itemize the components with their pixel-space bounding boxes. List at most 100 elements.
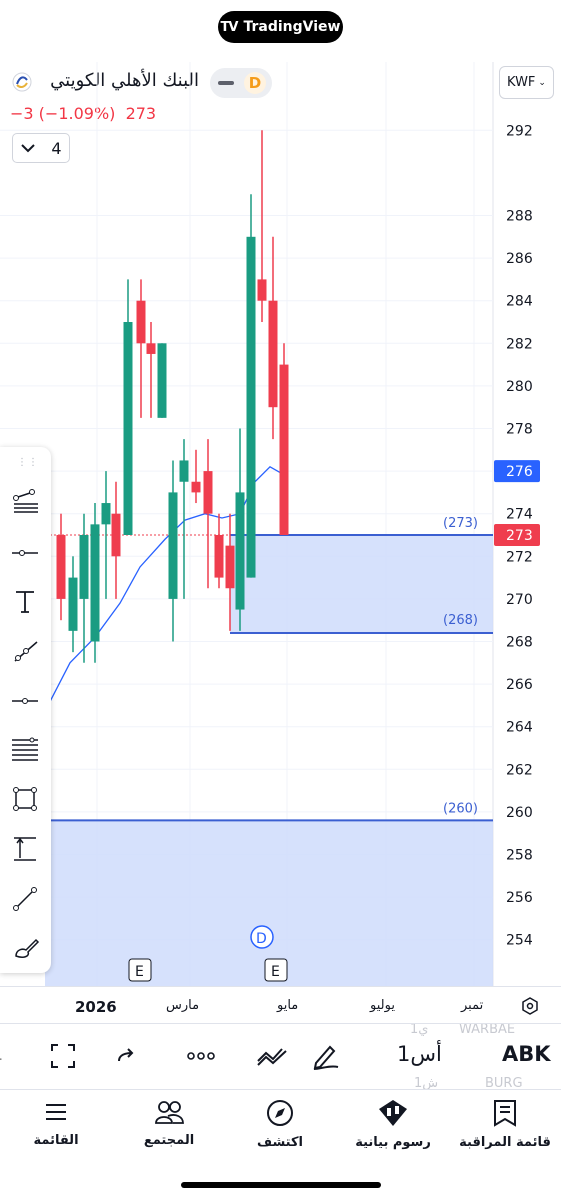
- nav-watchlist-label: قائمة المراقبة: [459, 1135, 551, 1150]
- nav-explore-label: اكتشف: [256, 1135, 304, 1150]
- price-tick-label: 260: [506, 805, 533, 821]
- horizontal-ray-icon: [12, 698, 38, 704]
- horizontal-line-icon: [12, 550, 38, 556]
- nav-community[interactable]: المجتمع: [119, 1099, 219, 1148]
- price-tick-label: 284: [506, 294, 533, 310]
- line-tool[interactable]: [7, 881, 43, 917]
- horizontal-line-tool[interactable]: [7, 535, 43, 571]
- people-icon: [155, 1101, 184, 1124]
- price-tick-label: 262: [506, 762, 533, 778]
- price-tick-label: 256: [506, 890, 533, 906]
- faint-symbol: WARBAE: [459, 1024, 516, 1037]
- candle-body: [246, 236, 256, 578]
- candle-body: [168, 492, 178, 599]
- price-tick-label: 268: [506, 635, 533, 651]
- candle-body: [146, 343, 156, 354]
- symbol-button[interactable]: ABK: [502, 1042, 551, 1066]
- nav-menu[interactable]: القائمة: [6, 1099, 106, 1148]
- redo-button[interactable]: [111, 1041, 141, 1071]
- candle-body: [111, 513, 121, 557]
- trend-line-tool[interactable]: [7, 483, 43, 519]
- tradingview-logo-icon: 𝗧𝗩: [220, 19, 239, 35]
- candle-body: [136, 300, 146, 344]
- chart-toolbar: WARBAE BURG 1ي 1ش ـ 1أس ABK: [0, 1024, 561, 1090]
- price-tick-label: 274: [506, 507, 533, 523]
- drawing-toolbar: ⋮⋮: [0, 447, 51, 973]
- ma-price-label: 276: [506, 464, 533, 480]
- menu-icon: [46, 1104, 66, 1120]
- drawing-button[interactable]: [310, 1041, 340, 1071]
- earnings-marker-label: E: [135, 964, 144, 980]
- horizontal-ray-tool[interactable]: [7, 683, 43, 719]
- candle-body: [257, 279, 267, 301]
- faint-symbol: BURG: [485, 1076, 523, 1090]
- candle-body: [123, 322, 133, 535]
- brush-icon: [15, 938, 40, 958]
- watchlist-icon: [494, 1100, 516, 1127]
- fib-retracement-tool[interactable]: [7, 731, 43, 767]
- time-label-may: مايو: [277, 998, 299, 1013]
- price-range-tool[interactable]: [7, 831, 43, 867]
- time-label-year: 2026: [75, 998, 117, 1016]
- price-tick-label: 292: [506, 123, 533, 139]
- price-tick-label: 280: [506, 379, 533, 395]
- ray-tool[interactable]: [7, 633, 43, 669]
- text-icon: [16, 591, 34, 613]
- zone-label: (268): [443, 613, 478, 628]
- text-tool[interactable]: [7, 583, 43, 619]
- price-tick-label: 270: [506, 592, 533, 608]
- tradingview-badge[interactable]: 𝗧𝗩 TradingView: [218, 11, 343, 43]
- redo-icon: [118, 1048, 134, 1062]
- home-indicator: [181, 1182, 381, 1188]
- trend-line-icon: [14, 641, 38, 662]
- drag-handle-icon[interactable]: ⋮⋮: [17, 457, 39, 468]
- faint-label: 1ي: [410, 1024, 429, 1037]
- dividend-marker-label: D: [256, 931, 267, 947]
- time-label-september: تمبر: [461, 998, 484, 1013]
- line-icon: [13, 887, 37, 911]
- indicators-button[interactable]: [255, 1041, 291, 1071]
- candle-body: [56, 535, 66, 599]
- rectangle-tool[interactable]: [7, 781, 43, 817]
- fullscreen-button[interactable]: [48, 1041, 78, 1071]
- fib-lines-icon: [12, 737, 38, 761]
- candle-body: [101, 503, 111, 525]
- price-tick-label: 258: [506, 848, 533, 864]
- nav-explore[interactable]: اكتشف: [230, 1099, 330, 1150]
- zone-label: (273): [443, 516, 478, 531]
- candle-body: [157, 343, 167, 418]
- fullscreen-icon: [51, 1044, 75, 1068]
- candle-body: [90, 524, 100, 642]
- faint-label: 1ش: [414, 1076, 439, 1090]
- nav-charts[interactable]: رسوم بيانية: [343, 1099, 443, 1150]
- price-tick-label: 254: [506, 933, 533, 949]
- chart-nav-icon: [379, 1100, 407, 1126]
- candle-body: [79, 535, 89, 599]
- earnings-marker-label: E: [271, 964, 280, 980]
- zone-label: (260): [443, 801, 478, 816]
- price-chart[interactable]: (273) (268) (260) 292 288 286 284 282 280 278 276…: [0, 62, 561, 986]
- timeframe-button[interactable]: 1أس: [397, 1042, 442, 1066]
- price-axis: 292 288 286 284 282 280 278 276 274 272 270 268 266 2…: [494, 123, 540, 949]
- candle-body: [268, 300, 278, 408]
- rectangle-icon: [13, 787, 37, 811]
- current-price-label: 273: [506, 528, 533, 544]
- brand-label: TradingView: [243, 19, 341, 35]
- time-label-march: مارس: [166, 998, 200, 1013]
- nav-watchlist[interactable]: قائمة المراقبة: [455, 1099, 555, 1150]
- price-tick-label: 266: [506, 677, 533, 693]
- candle-body: [279, 364, 289, 535]
- nav-menu-label: القائمة: [33, 1133, 79, 1148]
- price-zones: (273) (268) (260): [45, 516, 493, 986]
- more-icon: [187, 1052, 215, 1060]
- brush-tool[interactable]: [7, 929, 43, 965]
- pen-icon: [313, 1045, 339, 1070]
- more-button[interactable]: [184, 1041, 218, 1071]
- candle-body: [191, 481, 201, 493]
- price-tick-label: 278: [506, 422, 533, 438]
- price-range-icon: [14, 837, 36, 861]
- time-axis[interactable]: 2026 مارس مايو يوليو تمبر: [0, 986, 561, 1024]
- settings-icon[interactable]: [520, 996, 540, 1016]
- time-label-july: يوليو: [370, 998, 395, 1013]
- price-tick-label: 264: [506, 720, 533, 736]
